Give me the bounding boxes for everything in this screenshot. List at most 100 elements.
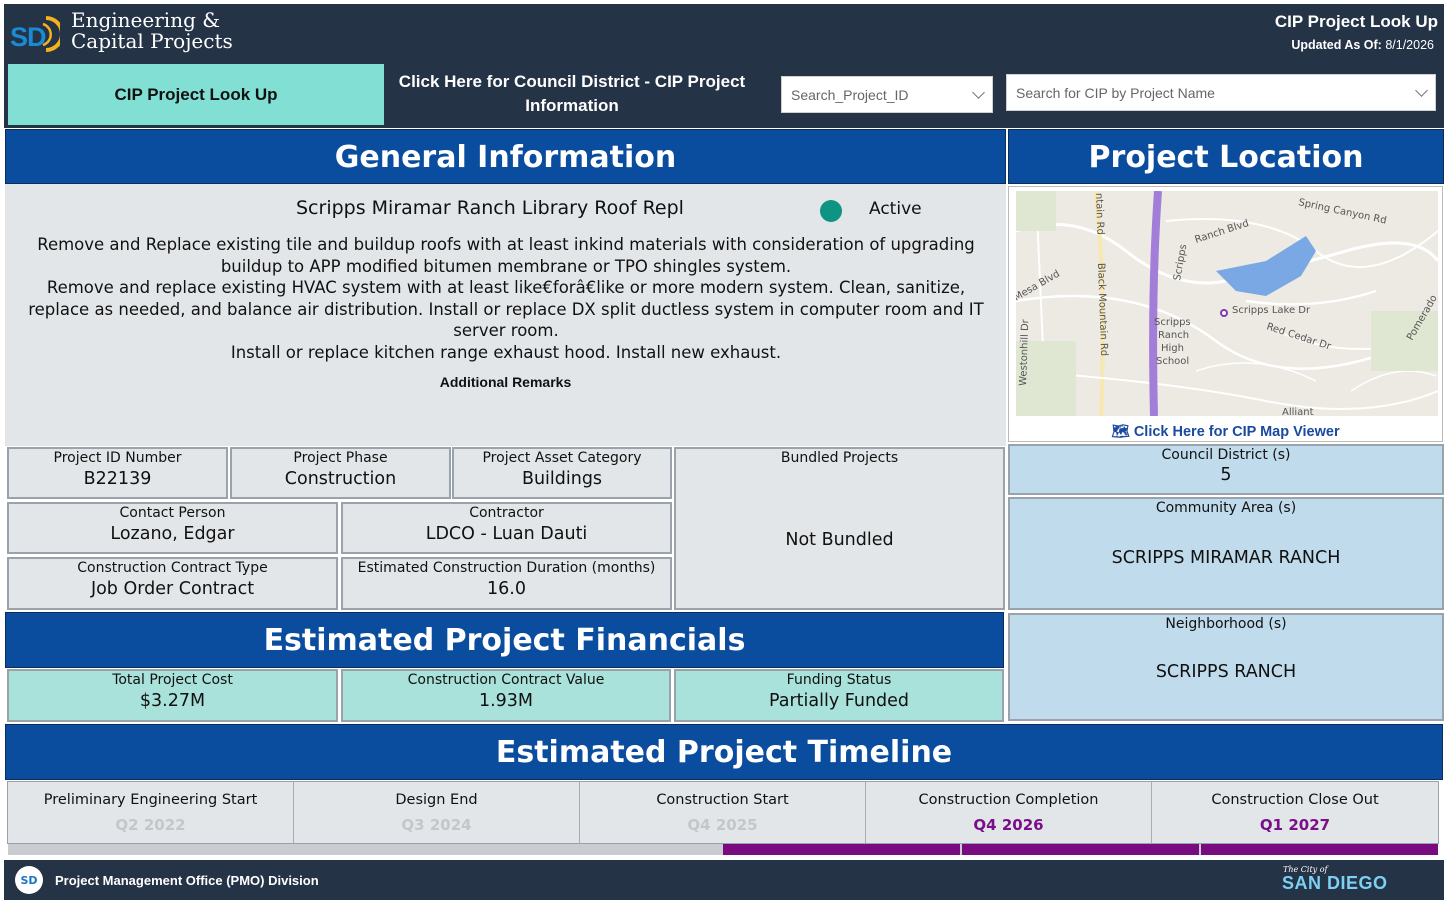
asset-category-card: Project Asset Category Buildings (452, 447, 672, 499)
card-value: 1.93M (478, 691, 534, 711)
general-information-heading: General Information (5, 129, 1006, 184)
footer-sd-logo-icon: SD (15, 866, 43, 894)
card-label: Construction Contract Type (77, 560, 268, 576)
milestone-construction-start: Construction Start Q4 2025 (580, 782, 866, 843)
contractor-card: Contractor LDCO - Luan Dauti (341, 502, 672, 554)
card-label: Bundled Projects (780, 450, 899, 466)
card-label: Estimated Construction Duration (months) (357, 560, 656, 576)
milestone-value: Q2 2022 (115, 816, 186, 834)
san-diego-logo: SAN DIEGO (1282, 873, 1388, 893)
milestone-value: Q4 2025 (687, 816, 758, 834)
card-value: Not Bundled (785, 530, 894, 550)
description-line: Install or replace kitchen range exhaust… (230, 342, 782, 362)
svg-text:Scripps: Scripps (1154, 317, 1191, 328)
milestone-value: Q1 2027 (1259, 816, 1331, 834)
project-phase-card: Project Phase Construction (230, 447, 451, 499)
svg-text:D: D (27, 22, 47, 52)
contract-type-card: Construction Contract Type Job Order Con… (7, 557, 338, 610)
svg-text:High: High (1161, 343, 1184, 354)
project-description: Remove and Replace existing tile and bui… (16, 234, 996, 364)
card-label: Construction Contract Value (407, 672, 605, 688)
project-id-card: Project ID Number B22139 (7, 447, 228, 499)
footer-division-text: Project Management Office (PMO) Division (55, 873, 319, 888)
svg-text:S: S (10, 22, 28, 52)
svg-text:School: School (1156, 356, 1189, 367)
search-project-name-dropdown[interactable]: Search for CIP by Project Name (1006, 74, 1436, 111)
card-value: Job Order Contract (90, 579, 255, 599)
milestone-construction-completion: Construction Completion Q4 2026 (866, 782, 1152, 843)
milestone-prelim-eng-start: Preliminary Engineering Start Q2 2022 (8, 782, 294, 843)
contract-value-card: Construction Contract Value 1.93M (341, 669, 671, 722)
svg-text:Ranch: Ranch (1158, 330, 1189, 341)
search-project-id-placeholder: Search_Project_ID (791, 86, 909, 103)
search-project-name-placeholder: Search for CIP by Project Name (1016, 84, 1215, 101)
project-map[interactable]: Spring Canyon Rd Ranch Blvd Scripps Scri… (1016, 191, 1438, 416)
map-viewer-icon: 🗺 (1111, 424, 1134, 440)
map-graphic: Spring Canyon Rd Ranch Blvd Scripps Scri… (1016, 191, 1438, 416)
card-value: 16.0 (487, 579, 526, 599)
sd-logo-icon: S D (10, 16, 60, 52)
brand-title: Engineering & Capital Projects (71, 10, 233, 52)
card-label: Project Phase (293, 450, 388, 466)
card-value: SCRIPPS MIRAMAR RANCH (1111, 548, 1341, 568)
card-value: LDCO - Luan Dauti (425, 524, 588, 544)
brand-line-2: Capital Projects (71, 29, 233, 53)
card-label: Community Area (s) (1155, 500, 1297, 516)
card-label: Neighborhood (s) (1165, 616, 1287, 632)
cip-map-viewer-link[interactable]: 🗺 Click Here for CIP Map Viewer (1008, 423, 1443, 440)
updated-value: 8/1/2026 (1385, 38, 1434, 52)
project-location-heading: Project Location (1008, 129, 1444, 184)
card-value: Partially Funded (768, 691, 910, 711)
card-value: Lozano, Edgar (110, 524, 235, 544)
status-indicator-icon (820, 200, 842, 222)
description-line: Remove and Replace existing tile and bui… (37, 235, 975, 276)
card-value: B22139 (83, 469, 152, 489)
brand-line-1: Engineering & (71, 8, 221, 32)
tab-cip-project-lookup[interactable]: CIP Project Look Up (8, 64, 384, 125)
timeline-progress-segment (723, 844, 960, 855)
card-value: SCRIPPS RANCH (1155, 662, 1297, 682)
dashboard: S D Engineering & Capital Projects CIP P… (0, 0, 1448, 902)
card-label: Council District (s) (1161, 447, 1291, 463)
project-name: Scripps Miramar Ranch Library Roof Repl (296, 197, 684, 219)
council-district-card: Council District (s) 5 (1008, 444, 1444, 495)
milestone-design-end: Design End Q3 2024 (294, 782, 580, 843)
search-project-id-dropdown[interactable]: Search_Project_ID (781, 76, 993, 113)
map-link-text: Click Here for CIP Map Viewer (1133, 424, 1340, 440)
page-title: CIP Project Look Up (1274, 12, 1438, 31)
financials-heading: Estimated Project Financials (5, 612, 1004, 668)
svg-text:Alliant: Alliant (1282, 407, 1314, 416)
milestone-value: Q4 2026 (973, 816, 1044, 834)
card-value: 5 (1220, 465, 1232, 485)
card-value: Construction (284, 469, 397, 489)
contact-person-card: Contact Person Lozano, Edgar (7, 502, 338, 554)
milestone-label: Preliminary Engineering Start (43, 792, 258, 808)
card-label: Project Asset Category (482, 450, 642, 466)
svg-text:ntain Rd: ntain Rd (1093, 193, 1105, 235)
timeline-progress-segment (962, 844, 1199, 855)
description-line: Remove and replace existing HVAC system … (28, 278, 984, 341)
card-label: Funding Status (786, 672, 892, 688)
neighborhood-card: Neighborhood (s) SCRIPPS RANCH (1008, 613, 1444, 721)
updated-date: Updated As Of: 8/1/2026 (1291, 38, 1434, 52)
card-value: Buildings (521, 469, 603, 489)
card-label: Total Project Cost (112, 672, 233, 688)
updated-label: Updated As Of: (1291, 38, 1382, 52)
status-text: Active (869, 199, 922, 219)
tab-council-district-link[interactable]: Click Here for Council District - CIP Pr… (388, 70, 756, 118)
construction-duration-card: Estimated Construction Duration (months)… (341, 557, 672, 610)
bundled-projects-card: Bundled Projects Not Bundled (674, 447, 1005, 610)
card-label: Contractor (469, 505, 544, 521)
additional-remarks-label: Additional Remarks (439, 374, 572, 390)
total-cost-card: Total Project Cost $3.27M (7, 669, 338, 722)
card-label: Contact Person (119, 505, 226, 521)
timeline-heading: Estimated Project Timeline (5, 724, 1443, 780)
timeline-progress-segment (1201, 844, 1438, 855)
milestone-label: Construction Start (656, 792, 789, 808)
funding-status-card: Funding Status Partially Funded (674, 669, 1004, 722)
milestone-label: Design End (395, 792, 478, 808)
milestone-construction-closeout: Construction Close Out Q1 2027 (1152, 782, 1438, 843)
chevron-down-icon (972, 85, 985, 99)
card-value: $3.27M (139, 691, 206, 711)
svg-text:Scripps Lake Dr: Scripps Lake Dr (1232, 305, 1311, 316)
